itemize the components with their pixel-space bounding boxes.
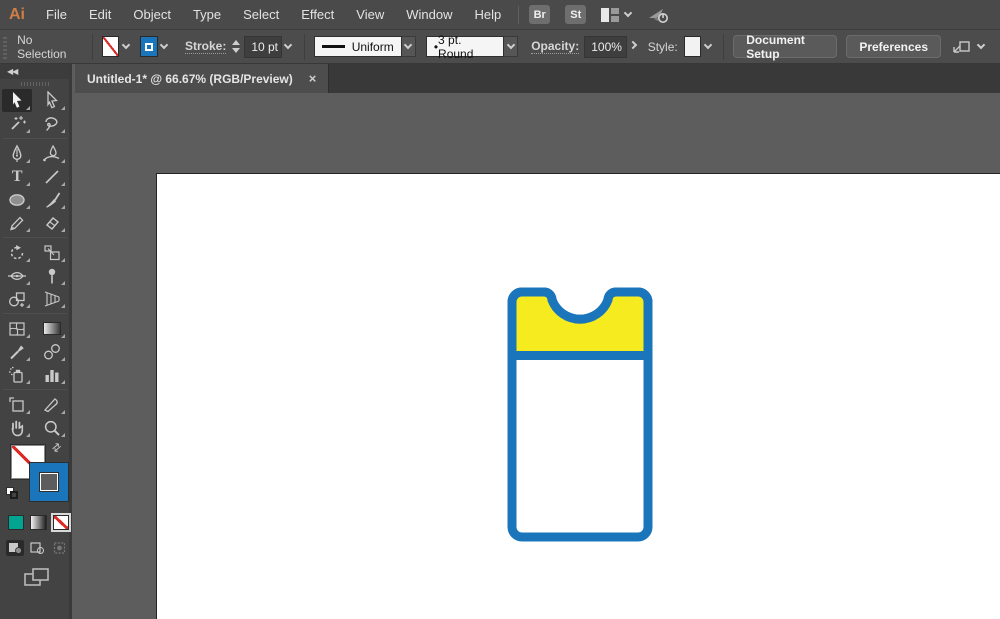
artwork-shirt[interactable] — [512, 292, 648, 537]
shirt-yoke-shape[interactable] — [512, 292, 648, 356]
artwork-layer — [0, 0, 1000, 619]
